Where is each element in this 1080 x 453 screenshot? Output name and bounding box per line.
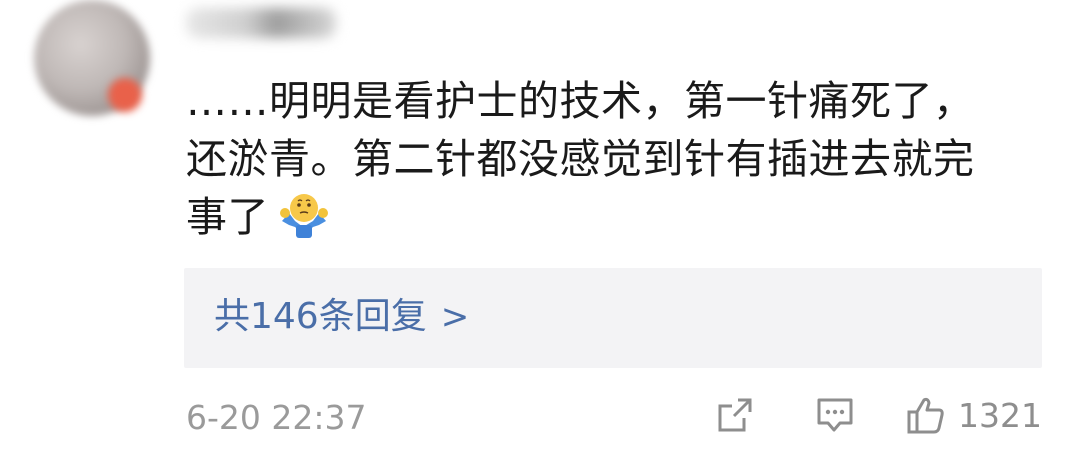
share-button[interactable] bbox=[714, 394, 756, 436]
thumbs-up-icon bbox=[907, 397, 944, 434]
comment-footer: 6-20 22:37 1321 bbox=[186, 394, 1046, 444]
avatar-badge bbox=[108, 78, 142, 112]
replies-label: 共146条回复 bbox=[214, 296, 427, 337]
comment-icon bbox=[817, 398, 853, 432]
comment-line-2: 还淤青。第二针都没感觉到针有插进去就完 bbox=[186, 135, 975, 183]
comment-line-1: ……明明是看护士的技术，第一针痛死了， bbox=[186, 77, 975, 125]
comment-text: ……明明是看护士的技术，第一针痛死了， 还淤青。第二针都没感觉到针有插进去就完 … bbox=[186, 72, 1046, 246]
like-count: 1321 bbox=[958, 396, 1042, 435]
username-blurred[interactable] bbox=[186, 8, 336, 38]
replies-link[interactable]: 共146条回复 > bbox=[214, 294, 469, 340]
like-button[interactable]: 1321 bbox=[904, 394, 1042, 438]
chevron-right-icon: > bbox=[440, 297, 470, 337]
comment-line-3: 事了 bbox=[186, 193, 269, 241]
comment-button[interactable] bbox=[814, 394, 856, 436]
shrug-emoji-icon bbox=[280, 194, 328, 238]
share-icon bbox=[718, 398, 752, 432]
replies-box[interactable]: 共146条回复 > bbox=[184, 268, 1042, 368]
timestamp: 6-20 22:37 bbox=[186, 398, 367, 437]
